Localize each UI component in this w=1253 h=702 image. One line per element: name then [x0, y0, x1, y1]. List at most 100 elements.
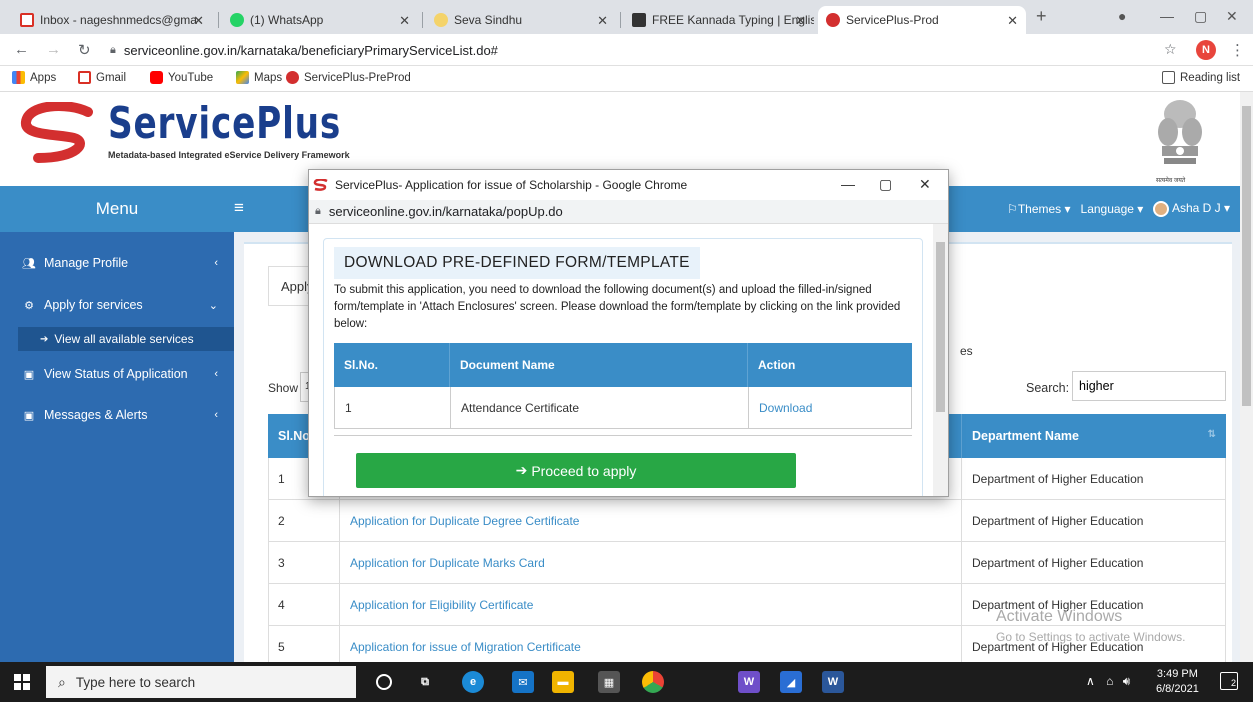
table-row: 1 Attendance Certificate Download — [334, 387, 912, 429]
chevron-up-icon[interactable]: ∧ — [1086, 674, 1095, 688]
close-icon[interactable]: ✕ — [919, 176, 931, 193]
bookmark-maps[interactable]: Maps — [236, 71, 282, 84]
close-icon[interactable]: ✕ — [1007, 13, 1018, 29]
cell-document-name: Attendance Certificate — [451, 387, 749, 428]
hamburger-icon[interactable]: ≡ — [234, 198, 244, 218]
activate-windows-hint: Go to Settings to activate Windows. — [996, 630, 1186, 644]
arrow-circle-icon: ➔ — [40, 333, 49, 345]
bookmark-star-icon[interactable]: ☆ — [1164, 41, 1177, 58]
notification-center-icon[interactable]: 2 — [1220, 672, 1238, 690]
maps-icon — [236, 71, 249, 84]
cell-service-link[interactable]: Application for Duplicate Degree Certifi… — [340, 500, 962, 542]
sidebar-item-view-all-services[interactable]: ➔ View all available services — [18, 327, 234, 351]
windows-taskbar: ⌕ Type here to search ⧉ e ✉ ▬ ▦ W ◢ W ∧ … — [0, 662, 1253, 702]
sidebar-item-manage-profile[interactable]: 👥︎ Manage Profile ‹ — [0, 246, 234, 280]
download-link[interactable]: Download — [749, 387, 911, 428]
store-icon[interactable]: ▦ — [598, 671, 620, 693]
bookmark-label: ServicePlus-PreProd — [304, 71, 411, 84]
tab-label: FREE Kannada Typing | Englis — [652, 13, 814, 27]
bookmark-apps[interactable]: Apps — [12, 71, 56, 84]
kannada-typing-icon — [632, 13, 646, 27]
sidebar-item-messages-alerts[interactable]: ▣ Messages & Alerts ‹ — [0, 398, 234, 432]
tab-label: ServicePlus-Prod — [846, 13, 939, 27]
tab-kannada-typing[interactable]: FREE Kannada Typing | Englis ✕ — [624, 6, 814, 34]
close-window-icon[interactable]: ✕ — [1226, 8, 1238, 25]
bookmark-youtube[interactable]: YouTube — [150, 71, 213, 84]
popup-body: DOWNLOAD PRE-DEFINED FORM/TEMPLATE To su… — [309, 224, 933, 496]
serviceplus-icon — [313, 179, 328, 191]
tab-label: Seva Sindhu — [454, 13, 523, 27]
lock-icon: 🔒︎ — [110, 43, 116, 56]
column-header-label: Department Name — [972, 429, 1079, 443]
tab-seva-sindhu[interactable]: Seva Sindhu ✕ — [426, 6, 616, 34]
scrollbar-thumb[interactable] — [936, 242, 945, 412]
back-icon[interactable]: ← — [14, 41, 29, 58]
cell-service-link[interactable]: Application for Eligibility Certificate — [340, 584, 962, 626]
cell-department: Department of Higher Education — [962, 458, 1226, 500]
close-icon[interactable]: ✕ — [795, 13, 806, 29]
popup-scrollbar[interactable] — [933, 224, 948, 496]
file-explorer-icon[interactable]: ▬ — [552, 671, 574, 693]
bookmark-serviceplus-preprod[interactable]: ServicePlus-PreProd — [286, 71, 411, 84]
cell-service-link[interactable]: Application for Duplicate Marks Card — [340, 542, 962, 584]
tab-gmail[interactable]: Inbox - nageshnmedcs@gma ✕ — [12, 6, 212, 34]
proceed-label: Proceed to apply — [531, 462, 637, 479]
serviceplus-logo-icon[interactable] — [18, 102, 96, 168]
tab-whatsapp[interactable]: (1) WhatsApp ✕ — [222, 6, 418, 34]
chevron-left-icon: ‹ — [214, 409, 218, 421]
cell-service-link[interactable]: Application for issue of Migration Certi… — [340, 626, 962, 662]
proceed-to-apply-button[interactable]: ➔ Proceed to apply — [356, 453, 796, 488]
tab-serviceplus-prod[interactable]: ServicePlus-Prod ✕ — [818, 6, 1026, 34]
serviceplus-icon — [826, 13, 840, 27]
bookmark-label: Gmail — [96, 71, 127, 84]
bookmark-gmail[interactable]: Gmail — [78, 71, 126, 84]
restore-icon[interactable]: ▢ — [1194, 8, 1207, 25]
page-scrollbar[interactable] — [1240, 92, 1253, 662]
tab-search-icon[interactable]: ● — [1118, 8, 1126, 24]
taskbar-clock[interactable]: 3:49 PM 6/8/2021 — [1156, 667, 1199, 697]
app-icon[interactable]: W — [738, 671, 760, 693]
show-label: Show — [268, 381, 299, 395]
search-input[interactable] — [1072, 371, 1226, 401]
scrollbar-thumb[interactable] — [1242, 106, 1251, 406]
themes-dropdown[interactable]: ⚐Themes ▾ — [1007, 202, 1070, 216]
url-field[interactable]: 🔒︎ serviceonline.gov.in/karnataka/benefi… — [110, 39, 1180, 61]
sidebar-item-view-status[interactable]: ▣ View Status of Application ‹ — [0, 357, 234, 391]
close-icon[interactable]: ✕ — [597, 13, 608, 29]
task-view-icon[interactable]: ⧉ — [414, 671, 436, 693]
windows-start-icon[interactable] — [14, 674, 30, 690]
taskbar-search-input[interactable]: ⌕ Type here to search — [46, 666, 356, 698]
maximize-icon[interactable]: ▢ — [879, 176, 892, 193]
arrow-circle-right-icon: ➔ — [515, 462, 528, 478]
chrome-menu-icon[interactable]: ⋮ — [1230, 41, 1245, 59]
photos-icon[interactable]: ◢ — [780, 671, 802, 693]
forward-icon[interactable]: → — [46, 41, 61, 58]
download-form-card: DOWNLOAD PRE-DEFINED FORM/TEMPLATE To su… — [323, 238, 923, 496]
close-icon[interactable]: ✕ — [193, 13, 204, 29]
language-dropdown[interactable]: Language ▾ — [1081, 202, 1144, 216]
sidebar-item-apply-for-services[interactable]: ⚙ Apply for services ⌄ — [0, 288, 234, 322]
user-menu[interactable]: Asha D J ▾ — [1153, 201, 1230, 217]
form-description: To submit this application, you need to … — [334, 284, 901, 330]
new-tab-button[interactable]: + — [1036, 6, 1047, 27]
popup-titlebar: ServicePlus- Application for issue of Sc… — [309, 170, 948, 200]
minimize-icon[interactable]: — — [1160, 8, 1174, 24]
column-header-department[interactable]: Department Name ⇅ — [962, 414, 1226, 458]
system-tray[interactable]: ∧ ⌂ 🔊︎ — [1086, 674, 1130, 689]
user-avatar-icon — [1153, 201, 1170, 217]
volume-icon[interactable]: 🔊︎ — [1123, 674, 1131, 688]
profile-avatar[interactable]: N — [1196, 40, 1216, 60]
taskbar-search-placeholder: Type here to search — [75, 674, 196, 690]
network-icon[interactable]: ⌂ — [1106, 674, 1113, 688]
minimize-icon[interactable]: — — [841, 176, 855, 192]
chrome-icon[interactable] — [642, 671, 664, 693]
mail-icon[interactable]: ✉ — [512, 671, 534, 693]
edge-icon[interactable]: e — [462, 671, 484, 693]
close-icon[interactable]: ✕ — [399, 13, 410, 29]
national-emblem-icon — [1158, 100, 1202, 164]
reading-list-button[interactable]: Reading list — [1162, 71, 1240, 84]
emblem-caption: सत्यमेव जयते — [1156, 178, 1186, 184]
cortana-icon[interactable] — [376, 674, 392, 690]
reload-icon[interactable]: ↻ — [78, 41, 91, 59]
word-icon[interactable]: W — [822, 671, 844, 693]
